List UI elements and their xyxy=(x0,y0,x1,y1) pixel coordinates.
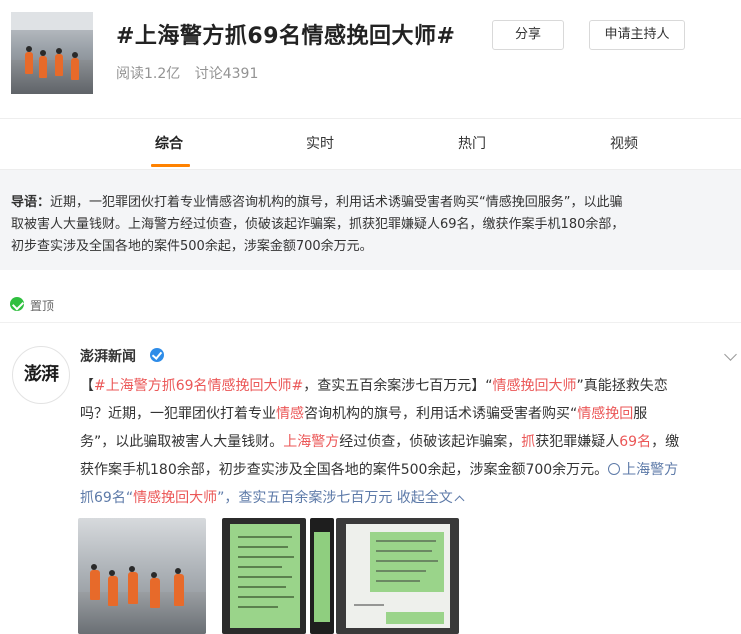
post-line: 务”，以此骗取被害人大量钱财。上海警方经过侦查，侦破该起诈骗案，抓获犯罪嫌疑人6… xyxy=(80,434,680,450)
post-image[interactable] xyxy=(310,518,334,634)
post-image[interactable] xyxy=(222,518,306,634)
image-figure xyxy=(128,566,138,604)
post-line: 获作案手机180余部，初步查实涉及全国各地的案件500余起，涉案金额700余万元… xyxy=(80,462,679,478)
tab-realtime[interactable]: 实时 xyxy=(306,133,334,153)
intro-label: 导语： xyxy=(11,195,51,210)
tab-comprehensive[interactable]: 综合 xyxy=(155,133,183,153)
discuss-count: 讨论4391 xyxy=(194,66,259,82)
active-tab-indicator xyxy=(151,164,190,167)
read-count: 阅读1.2亿 xyxy=(116,66,181,82)
divider xyxy=(0,322,741,323)
chevron-down-icon[interactable] xyxy=(724,348,737,361)
chat-screenshot xyxy=(230,524,300,628)
thumb-ceiling xyxy=(11,12,93,30)
post-text: 【#上海警方抓69名情感挽回大师#，查实五百余案涉七百万元】“情感挽回大师”真能… xyxy=(80,372,741,512)
avatar-logo: 澎湃 xyxy=(24,364,59,385)
tab-video[interactable]: 视频 xyxy=(610,133,638,153)
apply-host-button[interactable]: 申请主持人 xyxy=(589,20,685,50)
chevron-up-icon xyxy=(454,495,465,506)
link-icon xyxy=(608,463,621,475)
pinned-row: 置顶 xyxy=(0,290,741,320)
pinned-icon xyxy=(10,297,24,311)
article-link[interactable]: 抓69名“情感挽回大师”，查实五百余案涉七百万元 xyxy=(80,490,392,506)
topic-title: #上海警方抓69名情感挽回大师# xyxy=(116,24,456,49)
keyword-highlight: 情感挽回大师 xyxy=(133,490,218,506)
topic-intro: 导语：近期，一犯罪团伙打着专业情感咨询机构的旗号，利用话术诱骗受害者购买“情感挽… xyxy=(0,170,741,270)
image-figure xyxy=(108,570,118,606)
topic-hashtag-link[interactable]: #上海警方抓69名情感挽回大师# xyxy=(94,378,303,394)
thumb-figure xyxy=(55,48,63,76)
share-button[interactable]: 分享 xyxy=(492,20,564,50)
author-name[interactable]: 澎湃新闻 xyxy=(80,346,136,366)
pinned-label: 置顶 xyxy=(30,299,55,313)
keyword-highlight: 抓 xyxy=(521,434,536,450)
thumb-figure xyxy=(25,46,33,74)
topic-tabs: 综合 实时 热门 视频 xyxy=(0,119,741,169)
intro-line: 导语：近期，一犯罪团伙打着专业情感咨询机构的旗号，利用话术诱骗受害者购买“情感挽… xyxy=(11,195,623,210)
chat-screenshot xyxy=(314,532,330,622)
keyword-highlight: 情感 xyxy=(276,406,304,422)
post-line: 抓69名“情感挽回大师”，查实五百余案涉七百万元 收起全文 xyxy=(80,484,741,512)
post-line: 吗？近期，一犯罪团伙打着专业情感咨询机构的旗号，利用话术诱骗受害者购买“情感挽回… xyxy=(80,406,648,422)
image-figure xyxy=(150,572,160,608)
avatar[interactable]: 澎湃 xyxy=(12,346,70,404)
intro-line: 取被害人大量钱财。上海警方经过侦查，侦破该起诈骗案，抓获犯罪嫌疑人69名，缴获作… xyxy=(11,217,625,232)
topic-header: #上海警方抓69名情感挽回大师# 阅读1.2亿 讨论4391 分享 申请主持人 xyxy=(0,0,741,118)
verified-icon xyxy=(150,348,164,362)
keyword-highlight: 69名 xyxy=(619,434,652,450)
collapse-text-button[interactable]: 收起全文 xyxy=(392,490,465,506)
topic-thumbnail[interactable] xyxy=(11,12,93,94)
article-link[interactable]: 上海警方 xyxy=(608,462,678,478)
image-figure xyxy=(174,568,184,606)
image-figure xyxy=(90,564,100,600)
keyword-highlight: 上海警方 xyxy=(283,434,340,450)
post-image[interactable] xyxy=(336,518,459,634)
post-image[interactable] xyxy=(78,518,206,634)
tab-hot[interactable]: 热门 xyxy=(458,133,486,153)
chat-screenshot xyxy=(346,524,450,628)
keyword-highlight: 情感挽回大师 xyxy=(492,378,577,394)
thumb-floor xyxy=(11,60,93,94)
keyword-highlight: 情感挽回 xyxy=(577,406,634,422)
thumb-figure xyxy=(39,50,47,78)
topic-stats: 阅读1.2亿 讨论4391 xyxy=(116,63,268,83)
post-line: 【#上海警方抓69名情感挽回大师#，查实五百余案涉七百万元】“情感挽回大师”真能… xyxy=(80,378,668,394)
thumb-figure xyxy=(71,52,79,80)
intro-line: 初步查实涉及全国各地的案件500余起，涉案金额700余万元。 xyxy=(11,239,373,254)
